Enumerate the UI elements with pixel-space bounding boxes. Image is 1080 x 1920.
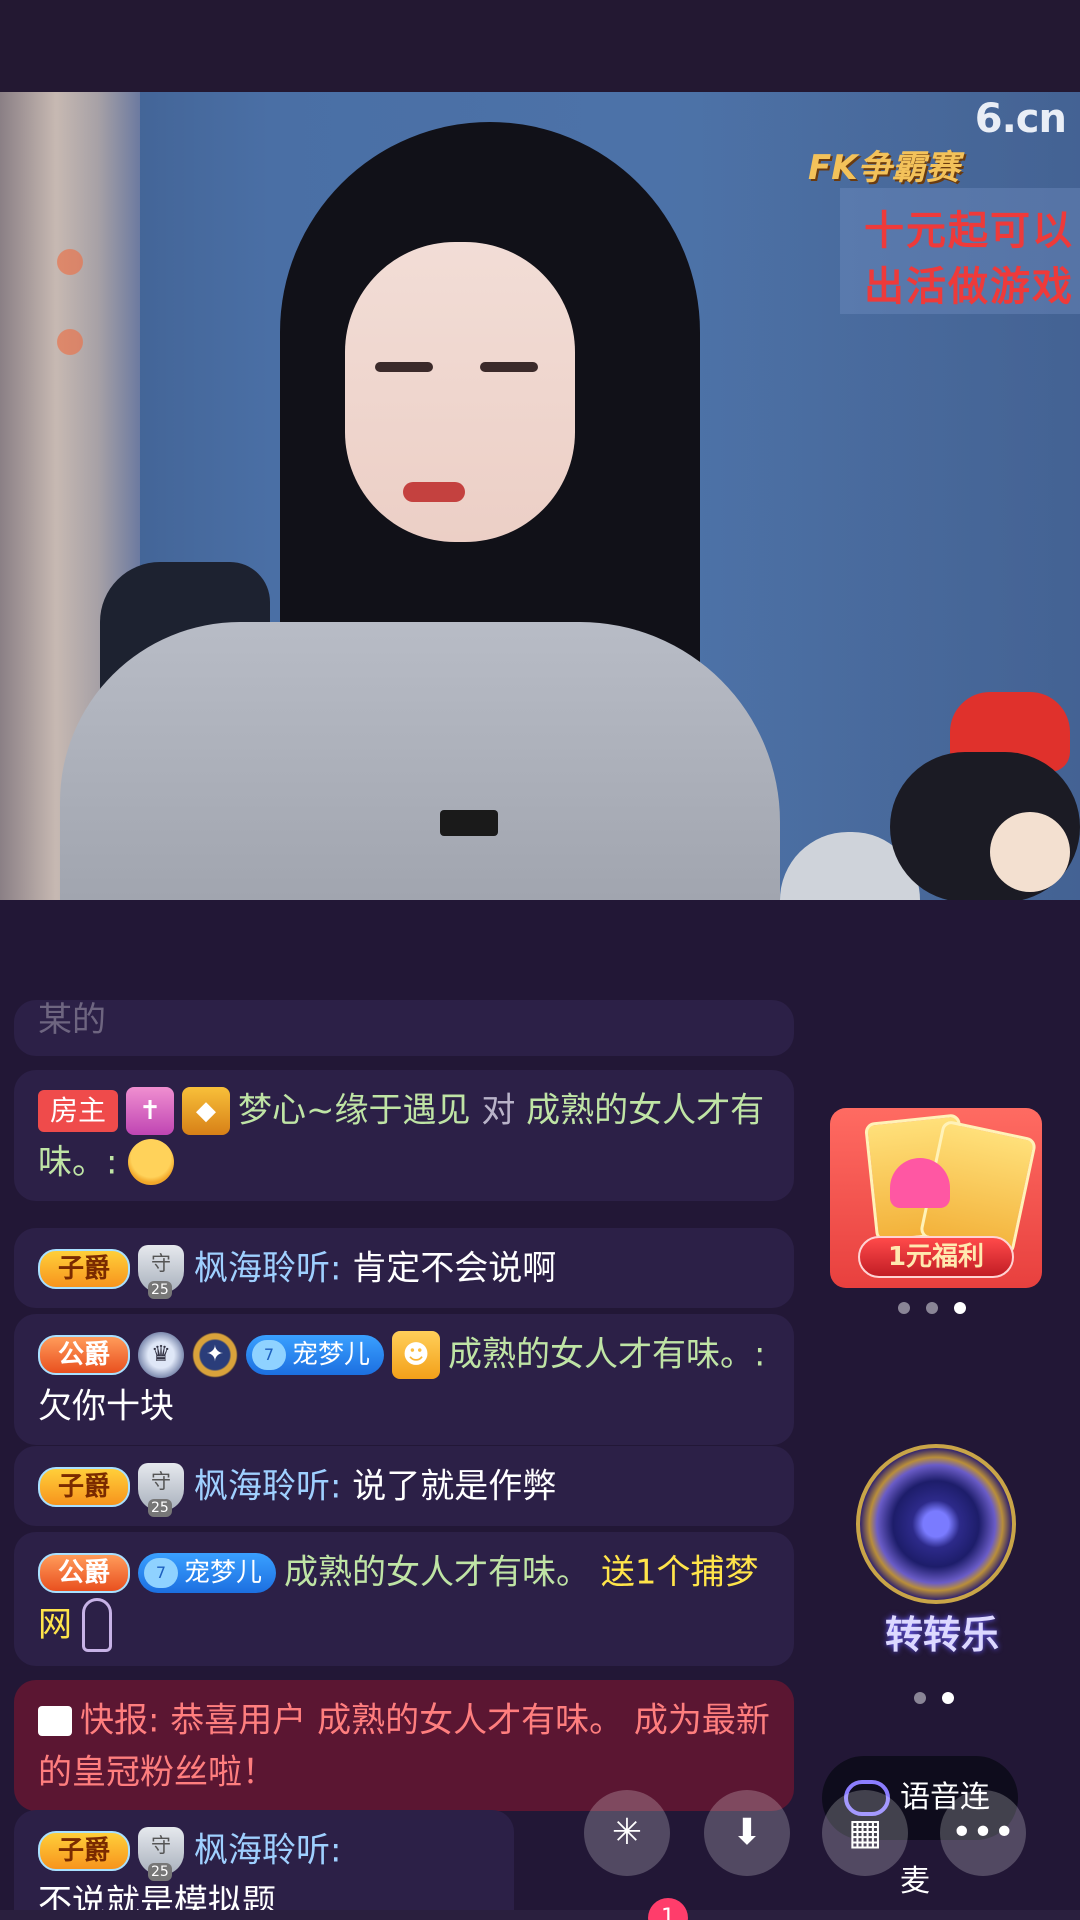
chat-message[interactable]: 房主 ✝ ◆ 梦心~缘于遇见 对 成熟的女人才有味。: xyxy=(14,1070,794,1201)
shield-char: 守 xyxy=(151,1468,172,1493)
pager-dot-active[interactable] xyxy=(954,1302,966,1314)
shield-char: 守 xyxy=(151,1250,172,1275)
shirt-tag xyxy=(440,810,498,836)
compass-icon: ✦ xyxy=(192,1331,239,1378)
message-text: 肯定不会说啊 xyxy=(352,1248,557,1289)
shield-level: 25 xyxy=(148,1862,172,1881)
lucky-wheel-label[interactable]: 转转乐 xyxy=(852,1604,1032,1659)
fan-name: 宠梦儿 xyxy=(292,1339,371,1370)
flash-label: 快报: xyxy=(80,1700,160,1741)
eye xyxy=(375,362,433,372)
status-bar xyxy=(0,0,1080,92)
user-icon: ☻ xyxy=(392,1330,441,1379)
partial-text: 某的 xyxy=(38,1000,106,1040)
more-icon: ••• xyxy=(951,1812,1015,1853)
rank-badge: 公爵 xyxy=(38,1552,131,1593)
fan-badge: 7 宠梦儿 xyxy=(138,1552,277,1593)
sparkle-button[interactable]: ✳ xyxy=(584,1790,670,1876)
rank-badge: 子爵 xyxy=(38,1248,131,1289)
smiling-face-emoji-icon xyxy=(128,1139,175,1185)
guard-icon: ✝ xyxy=(126,1086,175,1135)
rank-badge: 子爵 xyxy=(38,1466,131,1507)
username[interactable]: 成熟的女人才有味。: xyxy=(448,1335,765,1375)
message-text: 说了就是作弊 xyxy=(352,1466,557,1507)
pager-dot[interactable] xyxy=(926,1302,938,1314)
fan-badge: 7 宠梦儿 xyxy=(246,1334,385,1375)
plush-toy xyxy=(870,692,1080,900)
chat-message[interactable]: 子爵守 25 枫海聆听: 说了就是作弊 xyxy=(14,1446,794,1526)
pager-dot-active[interactable] xyxy=(942,1692,954,1704)
welfare-banner[interactable]: 1元福利 xyxy=(830,1108,1042,1288)
streamer-shirt xyxy=(60,622,780,900)
username[interactable]: 梦心~缘于遇见 xyxy=(238,1091,471,1131)
shield-char: 守 xyxy=(151,1832,172,1857)
rank-badge: 公爵 xyxy=(38,1334,131,1375)
chat-message[interactable]: 公爵 ♛ ✦ 7 宠梦儿 ☻ 成熟的女人才有味。:欠你十块 xyxy=(14,1314,794,1445)
medal-icon: ◆ xyxy=(182,1086,231,1135)
chat-message[interactable]: 子爵守 25 枫海聆听: 肯定不会说啊 xyxy=(14,1228,794,1308)
chat-message[interactable]: 子爵守 25 枫海聆听: 不说就是模拟题 xyxy=(14,1810,514,1920)
sparkle-icon: ✳ xyxy=(611,1812,643,1853)
dreamcatcher-gift-icon xyxy=(82,1597,112,1652)
wheel-pager xyxy=(914,1692,954,1704)
guard-shield-icon: 守 25 xyxy=(138,1244,185,1299)
toy-face xyxy=(990,812,1070,892)
promo-line-2: 出活做游戏 xyxy=(864,264,1074,310)
guard-shield-icon: 守 25 xyxy=(138,1462,185,1517)
shield-level: 25 xyxy=(148,1280,172,1299)
lips xyxy=(403,482,465,502)
download-icon: ⬇ xyxy=(731,1812,763,1853)
chat-message[interactable]: 公爵 7 宠梦儿 成熟的女人才有味。 送1个捕梦网 xyxy=(14,1532,794,1666)
eye xyxy=(480,362,538,372)
site-logo: 6.cn xyxy=(974,96,1067,142)
fan-name: 宠梦儿 xyxy=(184,1557,263,1588)
pager-dot[interactable] xyxy=(898,1302,910,1314)
guard-shield-icon: 守 25 xyxy=(138,1826,185,1881)
grid-menu-button[interactable]: ▦ xyxy=(822,1790,908,1876)
curtain-pattern xyxy=(10,242,130,282)
welfare-pager xyxy=(898,1302,966,1314)
username[interactable]: 枫海聆听: xyxy=(194,1467,341,1507)
event-logo: FK争霸赛 xyxy=(808,148,960,188)
message-text: 欠你十块 xyxy=(38,1386,174,1426)
flash-announcement: 快报: 恭喜用户 成熟的女人才有味。 成为最新的皇冠粉丝啦！ xyxy=(14,1680,794,1811)
to-word: 对 xyxy=(481,1090,516,1131)
rank-badge: 子爵 xyxy=(38,1830,131,1871)
welfare-label: 1元福利 xyxy=(858,1236,1014,1278)
bottom-toolbar xyxy=(0,1910,1080,1920)
heart-icon: 7 xyxy=(144,1558,179,1588)
shield-level: 25 xyxy=(148,1498,172,1517)
promo-line-1: 十元起可以 xyxy=(864,208,1074,254)
download-button[interactable]: ⬇ xyxy=(704,1790,790,1876)
streamer-face xyxy=(345,242,575,542)
chat-feed[interactable]: 某的 房主 ✝ ◆ 梦心~缘于遇见 对 成熟的女人才有味。: 子爵守 25 枫海聆听: 肯… xyxy=(0,900,800,1920)
more-button[interactable]: ••• xyxy=(940,1790,1026,1876)
username[interactable]: 枫海聆听: xyxy=(194,1831,341,1871)
host-badge: 房主 xyxy=(38,1089,119,1132)
chat-message-partial: 某的 xyxy=(14,1000,794,1056)
curtain-pattern xyxy=(10,322,130,362)
grid-icon: ▦ xyxy=(847,1812,882,1853)
pager-dot[interactable] xyxy=(914,1692,926,1704)
lucky-wheel-icon[interactable] xyxy=(856,1444,1016,1604)
heart-icon: 7 xyxy=(252,1340,287,1370)
username[interactable]: 成熟的女人才有味。 xyxy=(284,1553,590,1593)
speaker-icon xyxy=(38,1705,72,1736)
username[interactable]: 枫海聆听: xyxy=(194,1249,341,1289)
silver-medal-icon: ♛ xyxy=(138,1331,185,1378)
